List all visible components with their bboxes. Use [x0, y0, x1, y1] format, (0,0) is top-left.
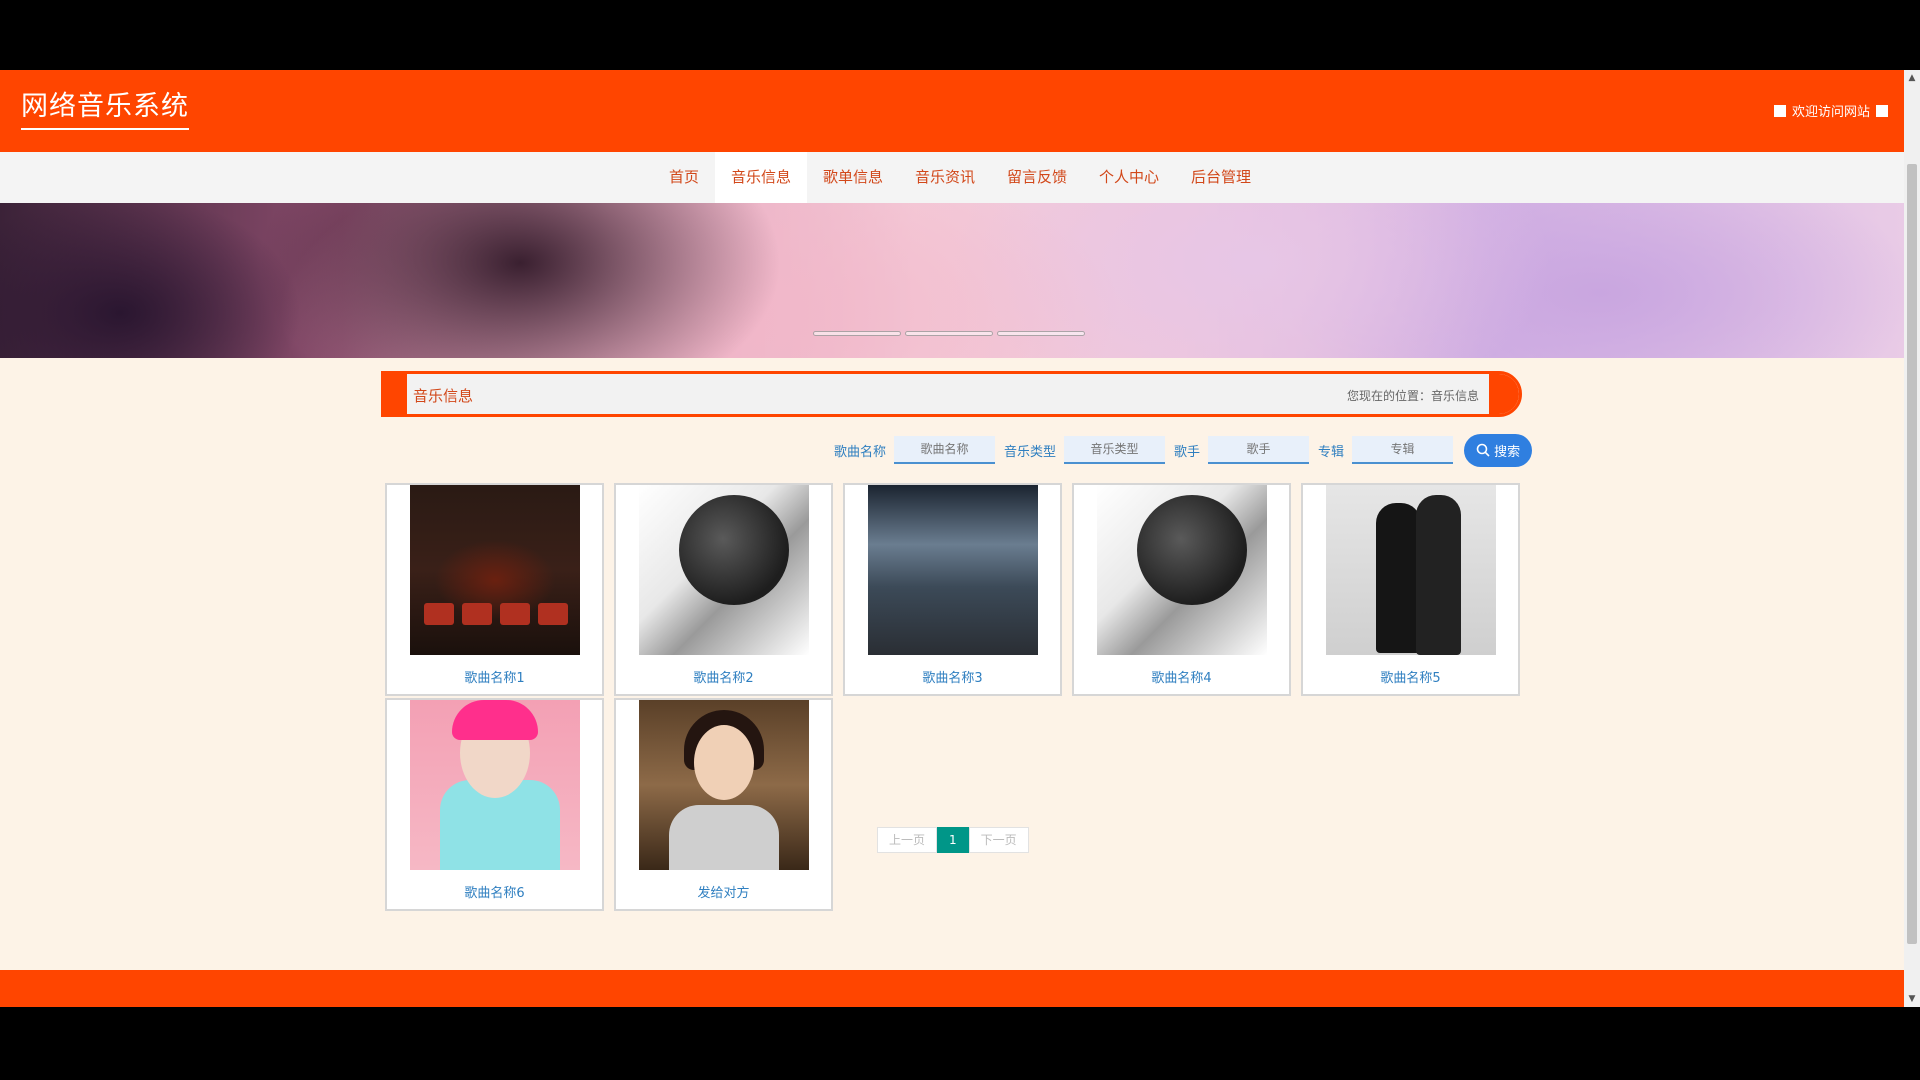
music-type-input[interactable]	[1064, 436, 1166, 464]
site-title[interactable]: 网络音乐系统	[21, 90, 189, 130]
song-title[interactable]: 发给对方	[616, 882, 831, 901]
page-scrollbar[interactable]: ▲ ▼	[1904, 70, 1920, 1007]
song-card[interactable]: 发给对方	[614, 698, 833, 911]
section-title: 音乐信息	[413, 387, 474, 405]
scroll-up-icon[interactable]: ▲	[1904, 70, 1920, 86]
search-label-music-type: 音乐类型	[1004, 444, 1057, 460]
scroll-down-icon[interactable]: ▼	[1904, 991, 1920, 1007]
song-name-input[interactable]	[894, 436, 996, 464]
site-footer	[0, 970, 1904, 1007]
welcome-text: 欢迎访问网站	[1791, 105, 1870, 120]
prev-page-button[interactable]: 上一页	[877, 827, 938, 853]
song-card[interactable]: 歌曲名称5	[1301, 483, 1520, 696]
nav-item-admin[interactable]: 后台管理	[1175, 152, 1267, 203]
nav-item-playlist-info[interactable]: 歌单信息	[807, 152, 899, 203]
song-title[interactable]: 歌曲名称2	[616, 667, 831, 686]
song-cover-image[interactable]	[639, 700, 809, 870]
singer-input[interactable]	[1208, 436, 1310, 464]
banner-carousel[interactable]	[0, 203, 1904, 358]
next-page-button[interactable]: 下一页	[968, 827, 1029, 853]
nav-item-music-info[interactable]: 音乐信息	[714, 152, 807, 203]
song-title[interactable]: 歌曲名称6	[387, 882, 602, 901]
search-label-album: 专辑	[1318, 444, 1345, 460]
page-number-current[interactable]: 1	[937, 827, 969, 853]
song-cover-image[interactable]	[1326, 485, 1496, 655]
song-title[interactable]: 歌曲名称5	[1303, 667, 1518, 686]
song-title[interactable]: 歌曲名称1	[387, 667, 602, 686]
search-icon	[1476, 443, 1490, 457]
carousel-dot[interactable]	[997, 331, 1085, 336]
song-title[interactable]: 歌曲名称4	[1074, 667, 1289, 686]
nav-item-music-news[interactable]: 音乐资讯	[899, 152, 991, 203]
page-content: 网络音乐系统 欢迎访问网站 首页 音乐信息 歌单信息 音乐资讯 留言反馈 个人中…	[0, 70, 1904, 1007]
scrollbar-thumb[interactable]	[1907, 164, 1917, 944]
song-cover-image[interactable]	[410, 485, 580, 655]
carousel-indicators	[813, 331, 1085, 336]
nav-item-home[interactable]: 首页	[653, 152, 715, 203]
site-header: 网络音乐系统 欢迎访问网站	[0, 70, 1904, 152]
square-icon	[1876, 104, 1888, 117]
browser-viewport: 网络音乐系统 欢迎访问网站 首页 音乐信息 歌单信息 音乐资讯 留言反馈 个人中…	[0, 70, 1920, 1007]
song-card[interactable]: 歌曲名称3	[843, 483, 1062, 696]
welcome-banner: 欢迎访问网站	[1773, 101, 1888, 120]
search-button[interactable]: 搜索	[1464, 433, 1533, 467]
main-nav: 首页 音乐信息 歌单信息 音乐资讯 留言反馈 个人中心 后台管理	[0, 152, 1904, 203]
section-header: 音乐信息 您现在的位置：音乐信息	[381, 371, 1522, 417]
search-label-singer: 歌手	[1174, 444, 1201, 460]
song-card[interactable]: 歌曲名称6	[385, 698, 604, 911]
album-input[interactable]	[1352, 436, 1454, 464]
section-accent	[384, 374, 407, 414]
carousel-dot[interactable]	[905, 331, 993, 336]
song-cover-image[interactable]	[410, 700, 580, 870]
breadcrumb: 您现在的位置：音乐信息	[1346, 389, 1479, 403]
song-cover-image[interactable]	[868, 485, 1038, 655]
nav-item-feedback[interactable]: 留言反馈	[991, 152, 1083, 203]
search-label-song-name: 歌曲名称	[834, 444, 887, 460]
search-button-label: 搜索	[1494, 444, 1521, 460]
search-form: 歌曲名称 音乐类型 歌手 专辑 搜索	[834, 433, 1533, 467]
square-icon	[1773, 104, 1786, 117]
song-card[interactable]: 歌曲名称1	[385, 483, 604, 696]
song-cover-image[interactable]	[1097, 485, 1267, 655]
song-title[interactable]: 歌曲名称3	[845, 667, 1060, 686]
song-card[interactable]: 歌曲名称4	[1072, 483, 1291, 696]
song-card[interactable]: 歌曲名称2	[614, 483, 833, 696]
screen: 网络音乐系统 欢迎访问网站 首页 音乐信息 歌单信息 音乐资讯 留言反馈 个人中…	[0, 0, 1920, 1080]
carousel-dot[interactable]	[813, 331, 901, 336]
section-endcap	[1489, 374, 1519, 414]
song-cover-image[interactable]	[639, 485, 809, 655]
nav-item-profile[interactable]: 个人中心	[1083, 152, 1175, 203]
pagination: 上一页 1 下一页	[877, 827, 1029, 853]
